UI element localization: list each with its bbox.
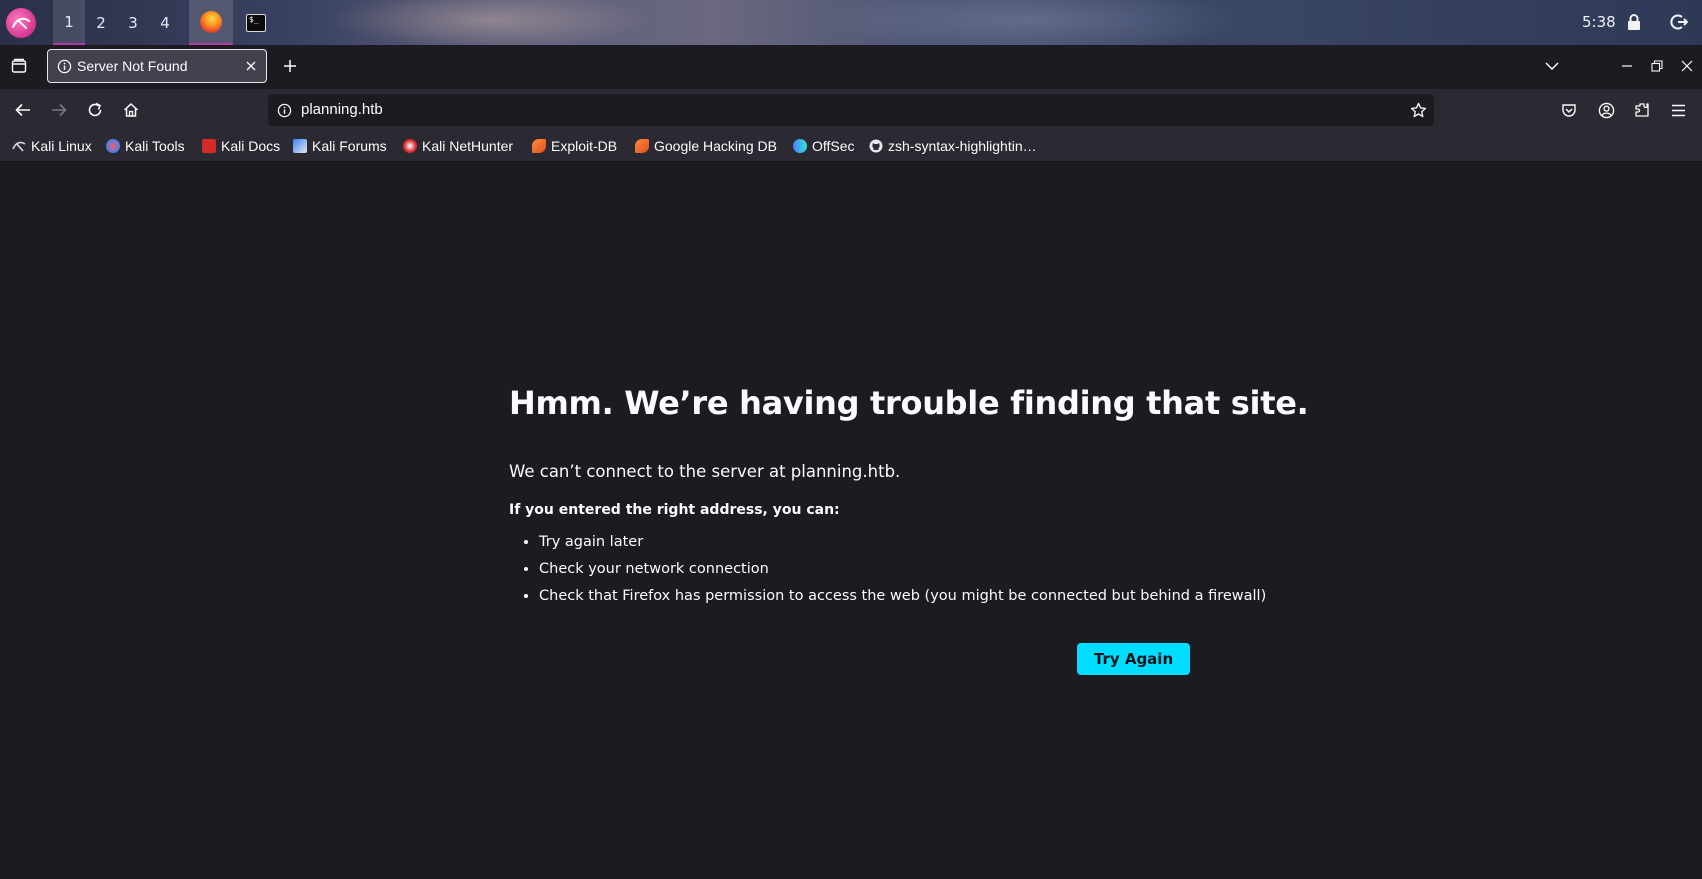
bookmark-kali-forums[interactable]: Kali Forums <box>293 131 387 161</box>
url-text[interactable]: planning.htb <box>301 94 383 126</box>
kali-dragon-icon <box>12 139 26 153</box>
account-icon[interactable] <box>1595 99 1617 121</box>
url-bar[interactable]: planning.htb <box>268 94 1434 126</box>
bookmark-kali-nethunter[interactable]: Kali NetHunter <box>403 131 513 161</box>
wallpaper-cloud <box>330 0 650 45</box>
taskbar-terminal[interactable]: $_ <box>234 0 278 45</box>
firefox-view-icon[interactable] <box>8 55 30 77</box>
kali-docs-icon <box>202 139 216 153</box>
reload-icon[interactable] <box>84 99 106 121</box>
try-again-button[interactable]: Try Again <box>1077 643 1190 675</box>
bookmark-google-hacking-db[interactable]: Google Hacking DB <box>635 131 777 161</box>
list-all-tabs-icon[interactable] <box>1541 55 1563 77</box>
exploit-db-icon <box>532 139 546 153</box>
bookmark-kali-tools[interactable]: Kali Tools <box>106 131 185 161</box>
bookmark-kali-linux[interactable]: Kali Linux <box>12 131 92 161</box>
bookmark-exploit-db[interactable]: Exploit-DB <box>532 131 617 161</box>
tab-strip: Server Not Found <box>0 45 1702 89</box>
offsec-icon <box>793 139 807 153</box>
bookmark-label: Kali Forums <box>312 138 387 154</box>
info-icon <box>56 58 72 74</box>
bookmark-label: Exploit-DB <box>551 138 618 154</box>
suggestion-item: Check your network connection <box>539 559 1266 586</box>
kali-forums-icon <box>293 139 307 153</box>
workspace-3[interactable]: 3 <box>117 0 149 45</box>
suggestion-item: Check that Firefox has permission to acc… <box>539 586 1266 613</box>
pocket-icon[interactable] <box>1558 99 1580 121</box>
kali-menu-icon[interactable] <box>6 8 36 38</box>
home-icon[interactable] <box>120 99 142 121</box>
workspace-2[interactable]: 2 <box>85 0 117 45</box>
wallpaper-cloud <box>820 0 1240 45</box>
error-hint: If you entered the right address, you ca… <box>509 502 840 518</box>
tab-server-not-found[interactable]: Server Not Found <box>47 49 267 83</box>
suggestion-list: Try again later Check your network conne… <box>509 532 1266 613</box>
error-description: We can’t connect to the server at planni… <box>509 462 901 481</box>
bookmark-label: Kali Docs <box>221 138 281 154</box>
lock-icon[interactable] <box>1623 11 1645 33</box>
github-icon <box>869 139 883 153</box>
bookmarks-toolbar: Kali Linux Kali Tools Kali Docs Kali For… <box>0 131 1702 162</box>
bookmark-label: zsh-syntax-highlightin… <box>888 138 1037 154</box>
bookmark-label: OffSec <box>812 138 855 154</box>
bookmark-zsh-syntax-highlighting[interactable]: zsh-syntax-highlightin… <box>869 131 1037 161</box>
desktop-top-panel: 1 2 3 4 $_ 5:38 <box>0 0 1702 45</box>
workspace-1[interactable]: 1 <box>53 0 85 45</box>
error-title: Hmm. We’re having trouble finding that s… <box>509 384 1309 422</box>
tab-title: Server Not Found <box>77 58 188 74</box>
clock[interactable]: 5:38 <box>1582 0 1616 45</box>
bookmark-kali-docs[interactable]: Kali Docs <box>202 131 280 161</box>
bookmark-offsec[interactable]: OffSec <box>793 131 855 161</box>
app-menu-icon[interactable] <box>1667 99 1689 121</box>
close-window-icon[interactable] <box>1676 55 1698 77</box>
bookmark-label: Kali NetHunter <box>422 138 514 154</box>
minimize-icon[interactable] <box>1616 55 1638 77</box>
logout-icon[interactable] <box>1668 11 1690 33</box>
site-info-icon[interactable] <box>276 102 292 118</box>
new-tab-icon[interactable] <box>279 55 301 77</box>
kali-nethunter-icon <box>403 139 417 153</box>
bookmark-star-icon[interactable] <box>1407 99 1429 121</box>
firefox-icon <box>200 10 222 33</box>
back-icon[interactable] <box>12 99 34 121</box>
kali-tools-icon <box>106 139 120 153</box>
google-hacking-db-icon <box>635 139 649 153</box>
workspace-4[interactable]: 4 <box>149 0 181 45</box>
terminal-icon: $_ <box>246 13 266 32</box>
navigation-toolbar: planning.htb <box>0 89 1702 131</box>
bookmark-label: Kali Tools <box>125 138 185 154</box>
extensions-icon[interactable] <box>1631 99 1653 121</box>
forward-icon[interactable] <box>48 99 70 121</box>
bookmark-label: Google Hacking DB <box>654 138 777 154</box>
suggestion-item: Try again later <box>539 532 1266 559</box>
bookmark-label: Kali Linux <box>31 138 92 154</box>
page-content: Hmm. We’re having trouble finding that s… <box>0 162 1702 879</box>
taskbar-firefox[interactable] <box>189 0 233 45</box>
close-tab-icon[interactable] <box>243 58 259 74</box>
restore-icon[interactable] <box>1646 55 1668 77</box>
